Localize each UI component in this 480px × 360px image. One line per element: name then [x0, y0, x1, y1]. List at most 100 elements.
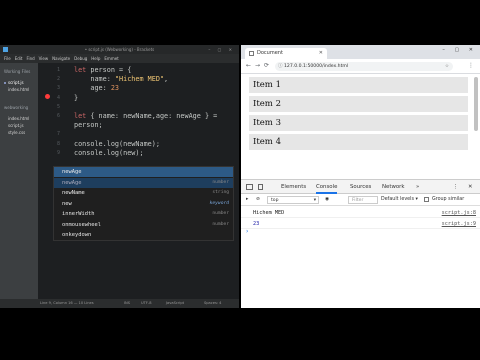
line-number: 2 — [56, 76, 60, 83]
tab-elements[interactable]: Elements — [281, 180, 306, 194]
list-item: Item 4 — [249, 134, 468, 150]
breakpoint-icon[interactable] — [45, 94, 50, 99]
code-line: name: "Hichem MED", — [74, 75, 168, 83]
menu-navigate[interactable]: Navigate — [52, 54, 70, 63]
code-line: person; — [74, 121, 103, 129]
hint-label: onkeydown — [62, 232, 92, 238]
reload-icon[interactable]: ⟳ — [264, 62, 269, 69]
device-toolbar-icon[interactable] — [258, 184, 263, 190]
live-expression-eye-icon[interactable]: ◉ — [325, 194, 329, 206]
close-devtools-icon[interactable]: ✕ — [468, 180, 473, 194]
clear-console-icon[interactable]: ⊘ — [256, 194, 260, 206]
tab-network[interactable]: Network — [382, 180, 405, 194]
hint-item[interactable]: newName string — [54, 188, 233, 198]
menu-view[interactable]: View — [39, 54, 49, 63]
hint-label: innerWidth — [62, 211, 95, 217]
editor-menu-bar: File Edit Find View Navigate Debug Help … — [0, 54, 239, 63]
hint-item[interactable]: new keyword — [54, 199, 233, 209]
console-filter-input[interactable]: Filter — [348, 196, 378, 204]
project-file-script[interactable]: script.js — [8, 123, 24, 128]
hint-type: number — [212, 179, 229, 185]
page-scrollbar[interactable] — [474, 77, 478, 131]
code-line: age: 23 — [74, 84, 119, 92]
line-number: 6 — [56, 113, 60, 119]
window-controls[interactable]: – ▢ ✕ — [208, 45, 235, 54]
hint-type: number — [212, 221, 229, 227]
console-sidebar-icon[interactable]: ▸ — [246, 194, 248, 206]
indent-select[interactable]: Spaces: 4 — [204, 299, 221, 308]
hint-label: newName — [62, 190, 85, 196]
tab-console[interactable]: Console — [316, 180, 338, 194]
encoding-select[interactable]: UTF-8 — [141, 299, 151, 308]
menu-file[interactable]: File — [4, 54, 11, 63]
project-file-index[interactable]: index.html — [8, 116, 29, 121]
code-token: { name: newName,age: newAge } = — [90, 112, 218, 120]
console-prompt[interactable]: › — [246, 228, 248, 235]
hint-item[interactable]: onmousewheel number — [54, 220, 233, 230]
more-tabs-icon[interactable]: » — [416, 180, 419, 194]
code-line: let person = { — [74, 66, 131, 74]
bookmark-star-icon[interactable]: ☆ — [445, 62, 449, 71]
line-number: 9 — [56, 149, 60, 156]
working-file-index[interactable]: index.html — [8, 87, 29, 92]
language-select[interactable]: JavaScript — [166, 299, 184, 308]
hint-type: string — [212, 190, 229, 195]
code-token: age: — [74, 84, 111, 93]
menu-debug[interactable]: Debug — [74, 54, 87, 63]
group-similar-checkbox[interactable] — [424, 197, 429, 202]
code-token: "Hichem MED" — [114, 75, 165, 84]
back-icon[interactable]: ← — [246, 62, 251, 69]
code-token: let — [74, 112, 91, 120]
line-number: 8 — [56, 140, 60, 147]
devtools-panel: Elements Console Sources Network » ⋮ ✕ ▸… — [241, 179, 480, 308]
log-levels-select[interactable]: Default levels ▾ — [381, 194, 418, 206]
console-source-link[interactable]: script.js:9 — [442, 219, 476, 229]
hint-type: keyword — [209, 200, 229, 206]
insert-mode[interactable]: INS — [124, 299, 130, 308]
devtools-tab-bar: Elements Console Sources Network » ⋮ ✕ — [241, 180, 480, 194]
inspect-element-icon[interactable] — [246, 184, 253, 190]
address-bar[interactable]: ⓘ 127.0.0.1:50000/index.html ☆ — [275, 62, 453, 71]
page-viewport: Item 1 Item 2 Item 3 Item 4 — [241, 75, 480, 179]
working-files-title: Working Files — [4, 69, 31, 74]
editor-window-title: • script.js (Webworking) - Brackets — [84, 47, 155, 52]
code-token: person; — [74, 121, 103, 130]
code-token: , — [164, 75, 169, 84]
working-file-script[interactable]: script.js — [8, 80, 24, 85]
menu-edit[interactable]: Edit — [15, 54, 23, 63]
hint-item[interactable]: newAge — [54, 167, 233, 177]
context-select[interactable]: top ▾ — [267, 196, 319, 204]
tab-sources[interactable]: Sources — [350, 180, 371, 194]
console-message: 23 script.js:9 — [241, 219, 480, 229]
info-icon[interactable]: ⓘ — [278, 62, 283, 71]
browser-window-controls[interactable]: – ▢ ✕ — [442, 47, 477, 53]
hint-item[interactable]: newAge number — [54, 177, 233, 188]
file-sidebar: Working Files script.js index.html webwo… — [0, 63, 38, 299]
menu-find[interactable]: Find — [26, 54, 34, 63]
line-number: 7 — [56, 131, 60, 138]
menu-help[interactable]: Help — [91, 54, 100, 63]
code-line: console.log(new); — [74, 149, 144, 157]
tab-document[interactable]: Document ✕ — [245, 48, 327, 59]
browser-menu-icon[interactable]: ⋮ — [468, 62, 474, 69]
close-tab-icon[interactable]: ✕ — [319, 48, 323, 59]
code-token: console.log(new); — [74, 148, 144, 157]
menu-emmet[interactable]: Emmet — [104, 54, 118, 63]
hint-item[interactable]: innerWidth number — [54, 209, 233, 219]
console-message: Hichem MED script.js:8 — [241, 208, 480, 218]
chrome-browser: Document ✕ – ▢ ✕ ← → ⟳ ⓘ 127.0.0.1:50000… — [241, 45, 480, 308]
list-item: Item 2 — [249, 96, 468, 112]
hint-item[interactable]: onkeydown — [54, 230, 233, 240]
dropdown-arrow-icon: ▾ — [313, 198, 316, 203]
page-icon — [249, 51, 254, 56]
console-source-link[interactable]: script.js:8 — [442, 208, 476, 218]
hint-label: newAge — [62, 179, 82, 186]
code-line: let { name: newName,age: newAge } = — [74, 112, 217, 120]
project-title[interactable]: webworking — [4, 105, 28, 110]
devtools-menu-icon[interactable]: ⋮ — [453, 180, 458, 194]
brackets-editor: • script.js (Webworking) - Brackets – ▢ … — [0, 45, 239, 308]
forward-icon[interactable]: → — [255, 62, 260, 69]
project-file-style[interactable]: style.css — [8, 130, 25, 135]
list-item: Item 1 — [249, 77, 468, 93]
unsaved-dot-icon — [4, 82, 6, 84]
